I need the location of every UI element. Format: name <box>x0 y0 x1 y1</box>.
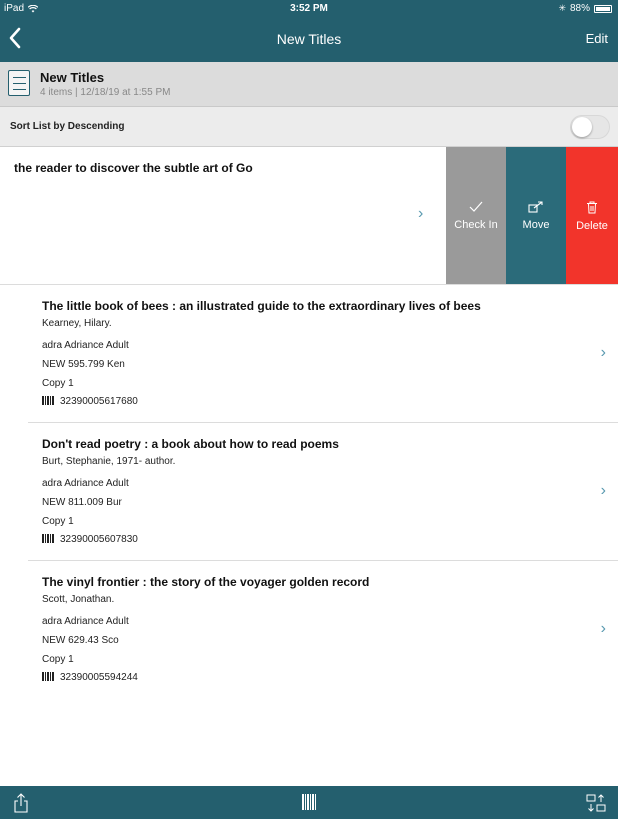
sort-transfer-icon <box>586 794 606 812</box>
item-location: adra Adriance Adult <box>42 616 129 627</box>
sort-descending-toggle[interactable] <box>570 115 610 139</box>
list-title: New Titles <box>40 70 105 85</box>
item-author: Scott, Jonathan. <box>42 594 115 605</box>
item-barcode: 32390005607830 <box>60 534 138 545</box>
item-copy: Copy 1 <box>42 378 74 389</box>
chevron-right-icon: › <box>600 482 606 499</box>
status-bar: iPad 3:52 PM ✳ 88% <box>0 0 618 18</box>
battery-icon <box>594 4 612 13</box>
chevron-right-icon[interactable]: › <box>418 205 423 223</box>
list-item[interactable]: The vinyl frontier : the story of the vo… <box>0 561 618 699</box>
bottom-toolbar <box>0 786 618 819</box>
delete-button[interactable]: Delete <box>566 147 618 284</box>
share-button[interactable] <box>13 793 29 813</box>
page-title: New Titles <box>276 31 342 47</box>
scan-barcode-button[interactable] <box>301 793 317 813</box>
barcode-icon <box>42 534 54 543</box>
trash-icon <box>566 201 618 216</box>
item-copy: Copy 1 <box>42 654 74 665</box>
bluetooth-icon: ✳ <box>558 3 566 13</box>
sort-row: Sort List by Descending <box>0 107 618 147</box>
checklist-icon <box>8 70 30 96</box>
item-location: adra Adriance Adult <box>42 340 129 351</box>
list-item[interactable]: The little book of bees : an illustrated… <box>0 285 618 423</box>
move-icon <box>506 201 566 215</box>
barcode-scan-icon <box>302 794 316 810</box>
sort-label: Sort List by Descending <box>10 121 125 132</box>
share-icon <box>14 793 28 813</box>
chevron-right-icon: › <box>600 344 606 361</box>
item-copy: Copy 1 <box>42 516 74 527</box>
item-title: The little book of bees : an illustrated… <box>42 299 481 313</box>
item-location: adra Adriance Adult <box>42 478 129 489</box>
move-label: Move <box>522 219 550 231</box>
move-button[interactable]: Move <box>506 147 566 284</box>
check-in-button[interactable]: Check In <box>446 147 506 284</box>
swiped-list-item[interactable]: the reader to discover the subtle art of… <box>0 147 618 285</box>
sort-transfer-button[interactable] <box>586 793 606 813</box>
barcode-icon <box>42 672 54 681</box>
item-author: Kearney, Hilary. <box>42 318 112 329</box>
item-call-number: NEW 595.799 Ken <box>42 359 125 370</box>
battery-percent: 88% <box>569 3 590 14</box>
item-author: Burt, Stephanie, 1971- author. <box>42 456 176 467</box>
item-title: Don't read poetry : a book about how to … <box>42 437 339 451</box>
toggle-knob <box>572 117 592 137</box>
checkmark-icon <box>446 201 506 215</box>
list-header: New Titles 4 items | 12/18/19 at 1:55 PM <box>0 62 618 107</box>
item-title: The vinyl frontier : the story of the vo… <box>42 575 370 589</box>
item-barcode: 32390005617680 <box>60 396 138 407</box>
barcode-icon <box>42 396 54 405</box>
item-call-number: NEW 629.43 Sco <box>42 635 119 646</box>
chevron-right-icon: › <box>600 620 606 637</box>
nav-bar: New Titles Edit <box>0 18 618 62</box>
edit-button[interactable]: Edit <box>586 31 608 46</box>
item-barcode: 32390005594244 <box>60 672 138 683</box>
delete-label: Delete <box>576 220 608 232</box>
check-in-label: Check In <box>454 219 498 231</box>
list-meta: 4 items | 12/18/19 at 1:55 PM <box>40 87 171 98</box>
item-call-number: NEW 811.009 Bur <box>42 497 122 508</box>
swiped-item-text: the reader to discover the subtle art of… <box>14 161 253 175</box>
status-time: 3:52 PM <box>290 3 328 14</box>
list-item[interactable]: Don't read poetry : a book about how to … <box>0 423 618 561</box>
